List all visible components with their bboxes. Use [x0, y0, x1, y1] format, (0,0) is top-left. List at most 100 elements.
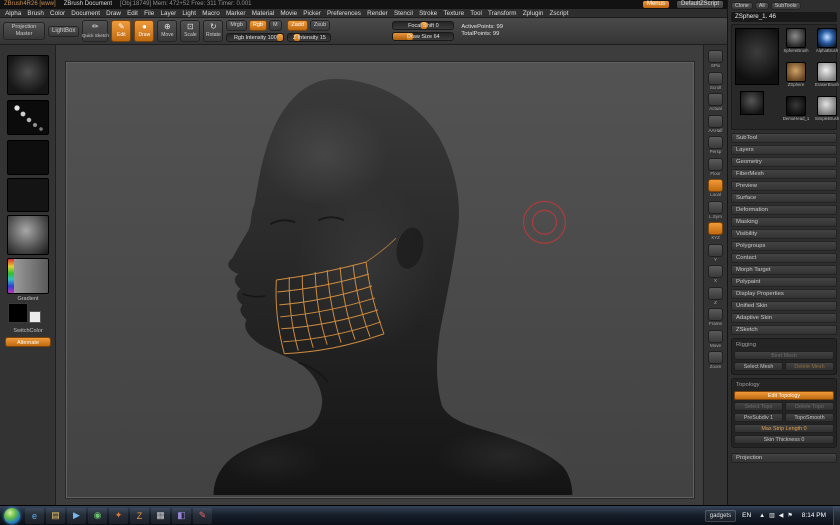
- toposmooth-button[interactable]: TopoSmooth: [785, 413, 834, 422]
- section-polypaint[interactable]: Polypaint: [731, 277, 837, 287]
- shelf-frame-button[interactable]: Frame: [705, 308, 727, 327]
- tool-slot-alphabrush[interactable]: AlphaBrush: [813, 28, 840, 54]
- shelf-aahalf-button[interactable]: AAHalf: [705, 114, 727, 134]
- move-button[interactable]: ⊕ Move: [157, 20, 178, 42]
- shelf-z-button[interactable]: Z: [705, 286, 727, 306]
- menu-layer[interactable]: Layer: [157, 9, 179, 17]
- draw-size-slider[interactable]: Draw Size 64: [392, 32, 455, 41]
- show-hidden-icons[interactable]: ▲: [759, 513, 765, 519]
- start-button[interactable]: [4, 507, 20, 524]
- section-visibility[interactable]: Visibility: [731, 229, 837, 239]
- clock[interactable]: 8:14 PM: [802, 512, 826, 519]
- menu-tool[interactable]: Tool: [467, 9, 485, 17]
- section-surface[interactable]: Surface: [731, 193, 837, 203]
- menu-color[interactable]: Color: [47, 9, 68, 17]
- menu-movie[interactable]: Movie: [277, 9, 300, 17]
- scale-button[interactable]: ⊡ Scale: [180, 20, 201, 42]
- folder-explorer-icon[interactable]: ▤: [46, 507, 65, 524]
- clone-button[interactable]: Clone: [731, 2, 753, 10]
- delete-topo-button[interactable]: Delete Topo: [785, 402, 834, 411]
- select-mesh-button[interactable]: Select Mesh: [734, 362, 783, 371]
- menu-light[interactable]: Light: [179, 9, 199, 17]
- menus-toggle-button[interactable]: Menus: [642, 1, 669, 8]
- shelf-y-button[interactable]: Y: [705, 243, 727, 263]
- menu-stencil[interactable]: Stencil: [391, 9, 416, 17]
- media-player-icon[interactable]: ▶: [67, 507, 86, 524]
- menu-transform[interactable]: Transform: [485, 9, 520, 17]
- menu-marker[interactable]: Marker: [223, 9, 249, 17]
- edit-topology-button[interactable]: Edit Topology: [734, 391, 834, 400]
- tool-slot-eraserbrush[interactable]: EraserBrush: [813, 62, 840, 88]
- lightbox-button[interactable]: LightBox: [48, 25, 80, 37]
- zbrush-taskbar-icon[interactable]: Z: [130, 507, 149, 524]
- menu-document[interactable]: Document: [68, 9, 103, 17]
- menu-zplugin[interactable]: Zplugin: [520, 9, 547, 17]
- secondary-color-swatch[interactable]: [29, 311, 41, 323]
- quick-sketch-button[interactable]: ✏ Quick Sketch: [82, 20, 109, 42]
- material-thumbnail[interactable]: [7, 215, 49, 255]
- shelf-x-button[interactable]: X: [705, 265, 727, 284]
- alternate-button[interactable]: Alternate: [5, 337, 51, 347]
- all-button[interactable]: All: [754, 2, 769, 10]
- shelf-scroll-button[interactable]: Scroll: [705, 71, 727, 91]
- shelf-zoom-button[interactable]: Zoom: [705, 351, 727, 370]
- network-icon[interactable]: ▥: [769, 512, 775, 519]
- rotate-button[interactable]: ↻ Rotate: [203, 20, 224, 42]
- menu-file[interactable]: File: [141, 9, 157, 17]
- shelf-local-button[interactable]: Local: [705, 179, 727, 198]
- photo-viewer-icon[interactable]: ✦: [109, 507, 128, 524]
- menu-macro[interactable]: Macro: [199, 9, 223, 17]
- rigging-header[interactable]: Rigging: [734, 341, 834, 349]
- menu-stroke[interactable]: Stroke: [416, 9, 440, 17]
- section-zsketch[interactable]: ZSketch: [731, 325, 837, 335]
- settings-icon[interactable]: ◧: [172, 507, 191, 524]
- default-zscript-button[interactable]: DefaultZScript: [676, 1, 723, 8]
- shelf-persp-button[interactable]: Persp: [705, 136, 727, 155]
- alpha-thumbnail[interactable]: [7, 140, 49, 175]
- delete-mesh-button[interactable]: Delete Mesh: [785, 362, 834, 371]
- notepad-icon[interactable]: ▦: [151, 507, 170, 524]
- rgb-intensity-slider[interactable]: Rgb Intensity 100: [226, 33, 285, 42]
- tool-slot-demohead[interactable]: DemoHead_1: [782, 96, 810, 122]
- section-deformation[interactable]: Deformation: [731, 205, 837, 215]
- section-morph-target[interactable]: Morph Target: [731, 265, 837, 275]
- subtools-button[interactable]: SubTools: [770, 2, 801, 10]
- skin-thickness-slider[interactable]: Skin Thickness 0: [734, 435, 834, 444]
- menu-render[interactable]: Render: [364, 9, 391, 17]
- select-topo-button[interactable]: Select Topo: [734, 402, 783, 411]
- tool-slot-spherebrush[interactable]: SphereBrush: [782, 28, 810, 54]
- tool-slot-simplebrush[interactable]: SimpleBrush: [813, 96, 840, 122]
- section-contact[interactable]: Contact: [731, 253, 837, 263]
- section-geometry[interactable]: Geometry: [731, 157, 837, 167]
- tool-slot-zsphere[interactable]: ZSphere: [782, 62, 810, 88]
- topology-header[interactable]: Topology: [734, 381, 834, 389]
- shelf-spix-button[interactable]: SPix: [705, 50, 727, 69]
- menu-draw[interactable]: Draw: [103, 9, 124, 17]
- language-indicator[interactable]: EN: [742, 512, 751, 519]
- bind-mesh-button[interactable]: Bind Mesh: [734, 351, 834, 360]
- section-adaptive-skin[interactable]: Adaptive Skin: [731, 313, 837, 323]
- section-unified-skin[interactable]: Unified Skin: [731, 301, 837, 311]
- shelf-lsym-button[interactable]: L.Sym: [705, 200, 727, 220]
- menu-texture[interactable]: Texture: [440, 9, 467, 17]
- zsub-button[interactable]: Zsub: [309, 20, 331, 31]
- z-intensity-slider[interactable]: Z Intensity 15: [287, 33, 332, 42]
- max-strip-length-slider[interactable]: Max Strip Length 0: [734, 424, 834, 433]
- main-color-swatch[interactable]: [8, 303, 28, 323]
- messenger-icon[interactable]: ◉: [88, 507, 107, 524]
- current-tool-preview[interactable]: [735, 28, 779, 85]
- menu-edit[interactable]: Edit: [124, 9, 141, 17]
- m-button[interactable]: M: [268, 20, 282, 31]
- section-layers[interactable]: Layers: [731, 145, 837, 155]
- shelf-xyz-button[interactable]: XYZ: [705, 222, 727, 241]
- menu-picker[interactable]: Picker: [300, 9, 324, 17]
- paint-icon[interactable]: ✎: [193, 507, 212, 524]
- volume-icon[interactable]: ◀: [779, 512, 784, 519]
- menu-preferences[interactable]: Preferences: [324, 9, 364, 17]
- menu-brush[interactable]: Brush: [24, 9, 47, 17]
- presubdiv-slider[interactable]: PreSubdiv 1: [734, 413, 783, 422]
- section-projection[interactable]: Projection: [731, 453, 837, 463]
- zadd-button[interactable]: Zadd: [287, 20, 308, 31]
- menu-zscript[interactable]: Zscript: [546, 9, 571, 17]
- menu-alpha[interactable]: Alpha: [2, 9, 24, 17]
